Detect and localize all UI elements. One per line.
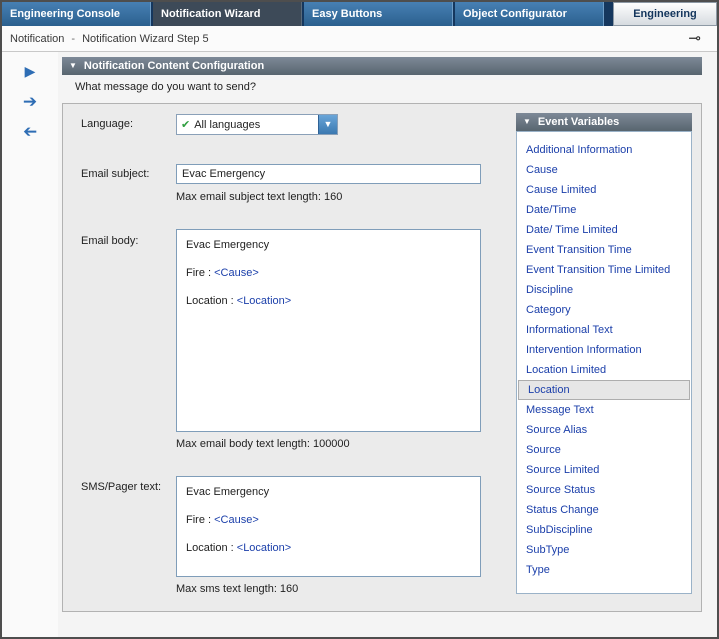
sms-line: Location : <Location> xyxy=(186,541,471,555)
event-variable-date-time-limited[interactable]: Date/ Time Limited xyxy=(517,220,691,240)
event-variable-source[interactable]: Source xyxy=(517,440,691,460)
event-variable-type[interactable]: Type xyxy=(517,560,691,580)
section-header-notification-content[interactable]: ▼ Notification Content Configuration xyxy=(62,57,702,75)
chevron-down-icon: ▼ xyxy=(69,62,77,70)
language-label: Language: xyxy=(81,118,133,130)
event-variable-additional-information[interactable]: Additional Information xyxy=(517,140,691,160)
breadcrumb: Notification - Notification Wizard Step … xyxy=(2,26,717,52)
event-variable-date-time[interactable]: Date/Time xyxy=(517,200,691,220)
event-variable-message-text[interactable]: Message Text xyxy=(517,400,691,420)
event-variable-cause-limited[interactable]: Cause Limited xyxy=(517,180,691,200)
form-panel: Language: ✔ All languages ▼ Email subjec… xyxy=(62,103,702,612)
email-subject-label: Email subject: xyxy=(81,168,149,180)
sms-pager-label: SMS/Pager text: xyxy=(81,481,161,493)
arrow-left-icon: ➔ xyxy=(23,123,37,140)
app-window: Engineering Console Notification Wizard … xyxy=(0,0,719,639)
tab-bar: Engineering Console Notification Wizard … xyxy=(2,2,717,26)
event-variable-discipline[interactable]: Discipline xyxy=(517,280,691,300)
email-body-line: Evac Emergency xyxy=(186,238,471,252)
next-step-button[interactable]: ➔ xyxy=(18,90,42,112)
event-variable-source-limited[interactable]: Source Limited xyxy=(517,460,691,480)
event-variable-status-change[interactable]: Status Change xyxy=(517,500,691,520)
event-variable-event-transition-time-limited[interactable]: Event Transition Time Limited xyxy=(517,260,691,280)
main-content: ▼ Notification Content Configuration Wha… xyxy=(58,52,717,637)
sms-line xyxy=(186,499,471,513)
arrow-right-icon: ➔ xyxy=(23,93,37,110)
tab-object-configurator[interactable]: Object Configurator xyxy=(455,2,604,26)
email-body-line xyxy=(186,252,471,266)
email-body-line xyxy=(186,280,471,294)
email-body-line: Fire : <Cause> xyxy=(186,266,471,280)
event-variables-header[interactable]: ▼ Event Variables xyxy=(516,113,692,131)
email-body-line: Location : <Location> xyxy=(186,294,471,308)
cause-variable-token: <Cause> xyxy=(214,514,259,526)
previous-step-button[interactable]: ➔ xyxy=(18,120,42,142)
event-variable-event-transition-time[interactable]: Event Transition Time xyxy=(517,240,691,260)
event-variable-subtype[interactable]: SubType xyxy=(517,540,691,560)
tab-engineering[interactable]: Engineering xyxy=(613,2,717,26)
breadcrumb-current[interactable]: Notification Wizard Step 5 xyxy=(82,33,209,45)
sms-line: Evac Emergency xyxy=(186,485,471,499)
chevron-down-icon: ▼ xyxy=(324,120,333,129)
sms-pager-textarea[interactable]: Evac Emergency Fire : <Cause> Location :… xyxy=(176,476,481,577)
tab-easy-buttons[interactable]: Easy Buttons xyxy=(304,2,453,26)
event-variables-list: Additional Information Cause Cause Limit… xyxy=(516,131,692,594)
play-icon: ▶ xyxy=(25,64,36,78)
event-variable-intervention-information[interactable]: Intervention Information xyxy=(517,340,691,360)
sms-line xyxy=(186,527,471,541)
location-variable-token: <Location> xyxy=(237,542,291,554)
event-variable-location-limited[interactable]: Location Limited xyxy=(517,360,691,380)
tab-notification-wizard[interactable]: Notification Wizard xyxy=(153,2,302,26)
language-value: All languages xyxy=(194,119,260,131)
sms-line: Fire : <Cause> xyxy=(186,513,471,527)
event-variable-category[interactable]: Category xyxy=(517,300,691,320)
wizard-question: What message do you want to send? xyxy=(75,81,256,93)
event-variable-subdiscipline[interactable]: SubDiscipline xyxy=(517,520,691,540)
event-variable-informational-text[interactable]: Informational Text xyxy=(517,320,691,340)
cause-variable-token: <Cause> xyxy=(214,267,259,279)
section-title: Notification Content Configuration xyxy=(84,60,264,72)
pin-icon[interactable]: ⊸ xyxy=(688,31,701,46)
event-variables-title: Event Variables xyxy=(538,116,619,128)
language-dropdown-button[interactable]: ▼ xyxy=(318,115,337,134)
breadcrumb-separator: - xyxy=(71,33,75,45)
email-subject-hint: Max email subject text length: 160 xyxy=(176,191,342,203)
wizard-nav-sidebar: ▶ ➔ ➔ xyxy=(2,52,58,637)
run-button[interactable]: ▶ xyxy=(18,60,42,82)
email-subject-input[interactable] xyxy=(176,164,481,184)
sms-hint: Max sms text length: 160 xyxy=(176,583,298,595)
check-icon: ✔ xyxy=(181,118,190,131)
breadcrumb-root[interactable]: Notification xyxy=(10,33,64,45)
event-variable-source-status[interactable]: Source Status xyxy=(517,480,691,500)
tab-engineering-console[interactable]: Engineering Console xyxy=(2,2,151,26)
email-body-textarea[interactable]: Evac Emergency Fire : <Cause> Location :… xyxy=(176,229,481,432)
event-variable-source-alias[interactable]: Source Alias xyxy=(517,420,691,440)
location-variable-token: <Location> xyxy=(237,295,291,307)
email-body-hint: Max email body text length: 100000 xyxy=(176,438,350,450)
language-dropdown[interactable]: ✔ All languages ▼ xyxy=(176,114,338,135)
event-variable-location[interactable]: Location xyxy=(518,380,690,400)
event-variable-cause[interactable]: Cause xyxy=(517,160,691,180)
email-body-label: Email body: xyxy=(81,235,138,247)
chevron-down-icon: ▼ xyxy=(523,118,531,126)
